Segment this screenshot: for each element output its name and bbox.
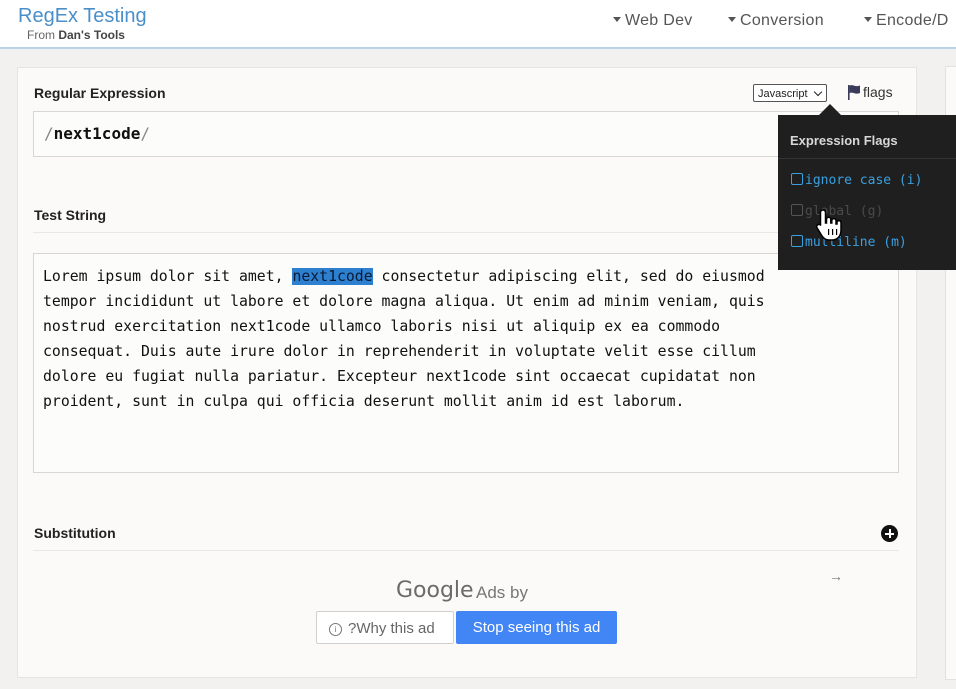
nav-label: Encode/D <box>876 12 949 29</box>
checkbox[interactable] <box>791 235 803 247</box>
regex-open-delimiter: / <box>44 124 54 143</box>
stop-seeing-ad-button[interactable]: Stop seeing this ad <box>456 611 617 644</box>
chevron-down-icon <box>813 87 823 97</box>
info-icon: i <box>329 623 342 636</box>
popover-title: Expression Flags <box>790 133 898 148</box>
nav-web-dev[interactable]: Web Dev <box>613 12 693 30</box>
why-this-ad-button[interactable]: i ?Why this ad <box>316 611 454 644</box>
flag-multiline[interactable]: multiline (m) <box>791 235 907 250</box>
site-title[interactable]: RegEx Testing <box>18 5 147 28</box>
popover-arrow <box>819 104 841 115</box>
test-string-label: Test String <box>34 207 107 223</box>
test-string-input[interactable]: Lorem ipsum dolor sit amet, next1code co… <box>33 253 899 473</box>
nav-label: Conversion <box>740 12 824 29</box>
regex-label: Regular Expression <box>34 85 166 101</box>
regex-expression[interactable]: /next1code/ <box>44 124 150 143</box>
match-highlight: next1code <box>292 268 373 285</box>
subtitle-prefix: From <box>27 28 55 42</box>
arrow-right-icon[interactable]: → <box>829 568 843 584</box>
nav-label: Web Dev <box>625 12 693 29</box>
checkbox[interactable] <box>791 173 803 185</box>
why-label: ?Why this ad <box>348 620 435 637</box>
flag-icon <box>848 85 860 100</box>
ad-banner: → Google Ads by i ?Why this ad Stop seein… <box>88 564 858 676</box>
expression-flags-popover: Expression Flags ignore case (i) global … <box>778 115 956 270</box>
google-logo: Google <box>396 578 474 603</box>
ads-by-text: Ads by <box>476 583 528 602</box>
popover-divider <box>778 158 956 159</box>
flags-label: flags <box>863 84 893 100</box>
text-before-match: Lorem ipsum dolor sit amet, <box>43 268 293 285</box>
text-after-match: consectetur adipiscing elit, sed do eius… <box>43 268 765 410</box>
subtitle-brand: Dan's Tools <box>58 28 125 42</box>
flag-ignore-case[interactable]: ignore case (i) <box>791 173 922 188</box>
nav-conversion[interactable]: Conversion <box>728 12 824 30</box>
caret-down-icon <box>613 17 621 22</box>
section-divider <box>33 550 899 551</box>
caret-down-icon <box>728 17 736 22</box>
flags-button[interactable]: flags <box>847 84 893 100</box>
section-divider <box>33 232 899 233</box>
top-header: RegEx Testing From Dan's Tools Web Dev C… <box>0 0 956 49</box>
nav-encode-decode[interactable]: Encode/D <box>864 12 949 30</box>
test-string-text[interactable]: Lorem ipsum dolor sit amet, next1code co… <box>43 264 893 414</box>
language-select[interactable]: Javascript <box>753 84 827 102</box>
caret-down-icon <box>864 17 872 22</box>
language-value: Javascript <box>758 88 808 100</box>
regex-pattern: next1code <box>53 124 141 143</box>
checkbox[interactable] <box>791 204 803 216</box>
regex-input[interactable]: /next1code/ <box>33 111 899 157</box>
substitution-label: Substitution <box>34 525 116 541</box>
plus-circle-icon[interactable] <box>881 525 898 542</box>
flag-label: ignore case (i) <box>805 173 923 188</box>
regex-close-delimiter: / <box>140 124 150 143</box>
site-subtitle[interactable]: From Dan's Tools <box>27 28 125 42</box>
hand-pointer-icon <box>815 209 842 241</box>
